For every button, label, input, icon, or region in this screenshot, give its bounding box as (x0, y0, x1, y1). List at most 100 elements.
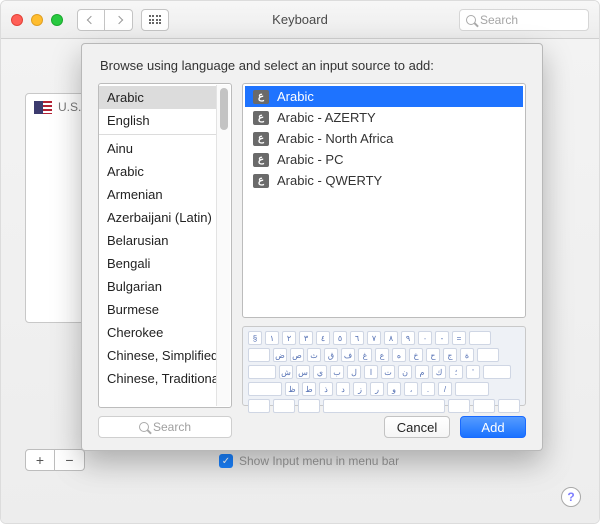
keyboard-key: / (438, 382, 452, 396)
input-source-options[interactable]: ع Arabic ع Arabic - AZERTY ع Arabic - North A… (242, 83, 526, 318)
cancel-button[interactable]: Cancel (384, 416, 450, 438)
grid-icon (149, 15, 162, 24)
keyboard-key: ن (398, 365, 412, 379)
chevron-left-icon (87, 15, 95, 23)
keyboard-key: خ (409, 348, 423, 362)
help-button[interactable]: ? (561, 487, 581, 507)
keyboard-key: ٣ (299, 331, 313, 345)
keyboard-key: ف (341, 348, 355, 362)
keyboard-key: - (435, 331, 449, 345)
sources-pane: ع Arabic ع Arabic - AZERTY ع Arabic - North A… (242, 83, 526, 438)
close-window-button[interactable] (11, 14, 23, 26)
keyboard-key: ض (273, 348, 287, 362)
input-source-option[interactable]: ع Arabic - North Africa (245, 128, 523, 149)
titlebar: Keyboard Search (1, 1, 599, 39)
keyboard-key: ٩ (401, 331, 415, 345)
input-source-option-label: Arabic - AZERTY (277, 110, 376, 125)
show-input-menu-label: Show Input menu in menu bar (239, 454, 399, 468)
keyboard-key: ٢ (282, 331, 296, 345)
keyboard-key: § (248, 331, 262, 345)
keyboard-key: ة (460, 348, 474, 362)
keyboard-key: ش (279, 365, 293, 379)
add-input-source-button[interactable]: + (25, 449, 55, 471)
keyboard-key: ت (381, 365, 395, 379)
toolbar-search[interactable]: Search (459, 9, 589, 31)
keyboard-key: ٧ (367, 331, 381, 345)
zoom-window-button[interactable] (51, 14, 63, 26)
input-source-option[interactable]: ع Arabic - AZERTY (245, 107, 523, 128)
input-source-option[interactable]: ع Arabic (245, 86, 523, 107)
window-controls (11, 14, 63, 26)
input-source-option[interactable]: عArabic - QWERTY (245, 170, 523, 191)
keyboard-key: ٨ (384, 331, 398, 345)
keyboard-key: ذ (319, 382, 333, 396)
language-item[interactable]: Burmese (99, 298, 216, 321)
keyboard-layout-icon: ع (253, 90, 269, 104)
language-item[interactable]: Cherokee (99, 321, 216, 344)
input-source-option-label: Arabic - PC (277, 152, 343, 167)
show-input-menu-checkbox[interactable]: ✓ (219, 454, 233, 468)
keyboard-key: س (296, 365, 310, 379)
scrollbar-thumb[interactable] (220, 88, 228, 130)
keyboard-key: ل (347, 365, 361, 379)
language-list[interactable]: ArabicEnglishAinuArabicArmenianAzerbaija… (98, 83, 232, 408)
input-source-option-label: Arabic (277, 89, 314, 104)
add-button[interactable]: Add (460, 416, 526, 438)
language-item[interactable]: English (99, 109, 216, 132)
keyboard-key: ؛ (449, 365, 463, 379)
keyboard-layout-icon: ع (253, 111, 269, 125)
language-item[interactable]: Bulgarian (99, 275, 216, 298)
language-item[interactable]: Arabic (99, 86, 216, 109)
nav-buttons (77, 9, 133, 31)
keyboard-key: ' (466, 365, 480, 379)
keyboard-key: ح (426, 348, 440, 362)
keyboard-key: ٤ (316, 331, 330, 345)
language-item[interactable]: Chinese, Simplified (99, 344, 216, 367)
keyboard-key: . (421, 382, 435, 396)
forward-button[interactable] (105, 9, 133, 31)
keyboard-key: ا (364, 365, 378, 379)
chevron-right-icon (114, 15, 122, 23)
search-placeholder: Search (480, 13, 518, 27)
show-all-button[interactable] (141, 9, 169, 31)
keyboard-layout-icon: ع (253, 132, 269, 146)
language-item[interactable]: Belarusian (99, 229, 216, 252)
minimize-window-button[interactable] (31, 14, 43, 26)
keyboard-key: ط (302, 382, 316, 396)
keyboard-key: ث (307, 348, 321, 362)
language-search-input[interactable]: Search (98, 416, 232, 438)
flag-us-icon (34, 101, 52, 114)
keyboard-key: ج (443, 348, 457, 362)
keyboard-key: ك (432, 365, 446, 379)
add-input-source-sheet: Browse using language and select an inpu… (81, 43, 543, 451)
keyboard-key: ١ (265, 331, 279, 345)
input-source-option-label: Arabic - QWERTY (277, 173, 382, 188)
language-item[interactable]: Bengali (99, 252, 216, 275)
remove-input-source-button[interactable]: − (55, 449, 85, 471)
keyboard-key: و (387, 382, 401, 396)
input-source-option-label: Arabic - North Africa (277, 131, 393, 146)
keyboard-key: م (415, 365, 429, 379)
keyboard-key: ر (370, 382, 384, 396)
language-scrollbar[interactable] (216, 85, 230, 406)
keyboard-key: = (452, 331, 466, 345)
input-source-option[interactable]: ع Arabic - PC (245, 149, 523, 170)
add-remove-controls: + − (25, 449, 85, 471)
language-item[interactable]: Azerbaijani (Latin) (99, 206, 216, 229)
search-icon (139, 422, 149, 432)
keyboard-key: غ (358, 348, 372, 362)
show-menu-row: ✓ Show Input menu in menu bar (219, 454, 399, 468)
keyboard-key: ه (392, 348, 406, 362)
language-item[interactable]: Armenian (99, 183, 216, 206)
keyboard-key: ٦ (350, 331, 364, 345)
keyboard-key: د (336, 382, 350, 396)
language-search-placeholder: Search (153, 420, 191, 434)
input-source-label: U.S. (58, 100, 81, 114)
keyboard-key: ٠ (418, 331, 432, 345)
language-item[interactable]: Ainu (99, 137, 216, 160)
language-item[interactable]: Arabic (99, 160, 216, 183)
keyboard-key: ظ (285, 382, 299, 396)
keyboard-layout-icon: ع (253, 153, 269, 167)
language-item[interactable]: Chinese, Traditional (99, 367, 216, 390)
back-button[interactable] (77, 9, 105, 31)
